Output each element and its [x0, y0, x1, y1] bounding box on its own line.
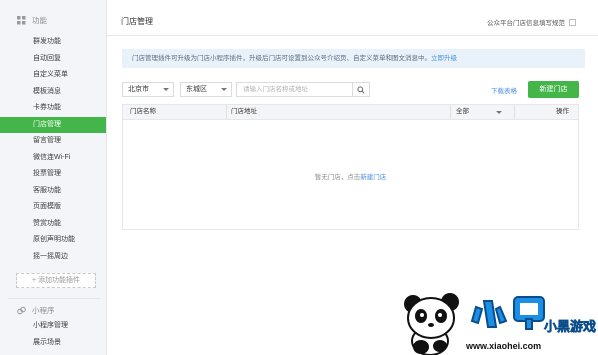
sidebar-item-page-template[interactable]: 页面模版	[0, 199, 106, 215]
sidebar-group-feature: 功能	[17, 15, 47, 26]
upgrade-notice: 门店管理插件可升级为门店小程序插件，升级后门店可设置到公众号介绍页、自定义菜单和…	[122, 49, 585, 68]
sidebar-item-coupon[interactable]: 卡券功能	[0, 100, 106, 116]
sidebar-item-original-declaration[interactable]: 原创声明功能	[0, 232, 106, 248]
column-divider	[514, 105, 515, 119]
spec-link-label: 公众平台门店信息填写规范	[487, 20, 565, 27]
sidebar-group-label: 小程序	[32, 306, 55, 315]
city-select[interactable]: 北京市	[122, 82, 174, 97]
column-store-address: 门店地址	[231, 108, 257, 115]
miniapp-icon	[17, 306, 26, 315]
download-table-link[interactable]: 下载表格	[491, 85, 517, 95]
sidebar-item-voting[interactable]: 投票管理	[0, 166, 106, 182]
sidebar-item-template-message[interactable]: 模板消息	[0, 84, 106, 100]
new-store-button[interactable]: 新建门店	[528, 81, 579, 98]
column-actions: 操作	[556, 108, 569, 115]
sidebar-item-display-scene[interactable]: 展示场景	[0, 335, 106, 351]
add-plugin-button[interactable]: + 添加功能插件	[16, 273, 96, 288]
store-search	[236, 82, 370, 97]
chevron-down-icon	[496, 111, 502, 114]
column-divider	[450, 105, 451, 119]
document-icon	[569, 18, 576, 26]
column-divider	[226, 105, 227, 119]
sidebar-item-custom-menu[interactable]: 自定义菜单	[0, 67, 106, 83]
sidebar-item-shake-nearby[interactable]: 摇一摇周边	[0, 249, 106, 265]
upgrade-link[interactable]: 立即升级	[431, 55, 457, 62]
district-select[interactable]: 东城区	[180, 82, 232, 97]
city-select-value: 北京市	[128, 86, 149, 93]
sidebar-group-miniapp: 小程序	[17, 305, 55, 316]
chevron-down-icon	[163, 88, 169, 91]
watermark-logo: 小黑游戏 www.xiaohei.com	[404, 293, 596, 355]
sidebar-item-auto-reply[interactable]: 自动回复	[0, 51, 106, 67]
sidebar-group-label: 功能	[32, 16, 47, 25]
sidebar-item-miniapp-management[interactable]: 小程序管理	[0, 318, 106, 334]
store-table: 门店名称 门店地址 全部 操作 暂无门店，点击新建门店	[122, 104, 579, 230]
search-input[interactable]	[237, 83, 353, 96]
spec-link[interactable]: 公众平台门店信息填写规范	[487, 17, 576, 27]
chevron-down-icon	[221, 88, 227, 91]
sidebar-item-reward[interactable]: 赞赏功能	[0, 216, 106, 232]
sidebar-item-store-management[interactable]: 门店管理	[0, 117, 106, 133]
sidebar-item-mass-send[interactable]: 群发功能	[0, 34, 106, 50]
sidebar-divider	[8, 298, 100, 299]
district-select-value: 东城区	[186, 86, 207, 93]
watermark-url: www.xiaohei.com	[465, 341, 541, 351]
sidebar-item-customer-service[interactable]: 客服功能	[0, 183, 106, 199]
watermark-brand: 小黑游戏	[544, 319, 596, 334]
sidebar-item-comments[interactable]: 留言管理	[0, 133, 106, 149]
column-store-name: 门店名称	[130, 108, 156, 115]
sidebar: 功能 群发功能 自动回复 自定义菜单 模板消息 卡券功能 门店管理 留言管理 微…	[0, 0, 107, 355]
sidebar-item-wifi[interactable]: 微信连Wi-Fi	[0, 150, 106, 166]
status-filter-label: 全部	[456, 108, 469, 115]
grid-icon	[17, 16, 26, 25]
empty-state-text: 暂无门店，点击	[314, 174, 361, 181]
title-divider	[107, 35, 598, 36]
page-title: 门店管理	[121, 17, 153, 26]
empty-new-store-link[interactable]: 新建门店	[360, 174, 386, 181]
upgrade-notice-text: 门店管理插件可升级为门店小程序插件，升级后门店可设置到公众号介绍页、自定义菜单和…	[132, 55, 431, 62]
status-filter[interactable]: 全部	[456, 105, 506, 119]
table-header: 门店名称 门店地址 全部 操作	[123, 105, 578, 120]
search-button[interactable]	[352, 83, 369, 96]
search-icon	[357, 85, 365, 94]
empty-state: 暂无门店，点击新建门店	[123, 171, 578, 181]
